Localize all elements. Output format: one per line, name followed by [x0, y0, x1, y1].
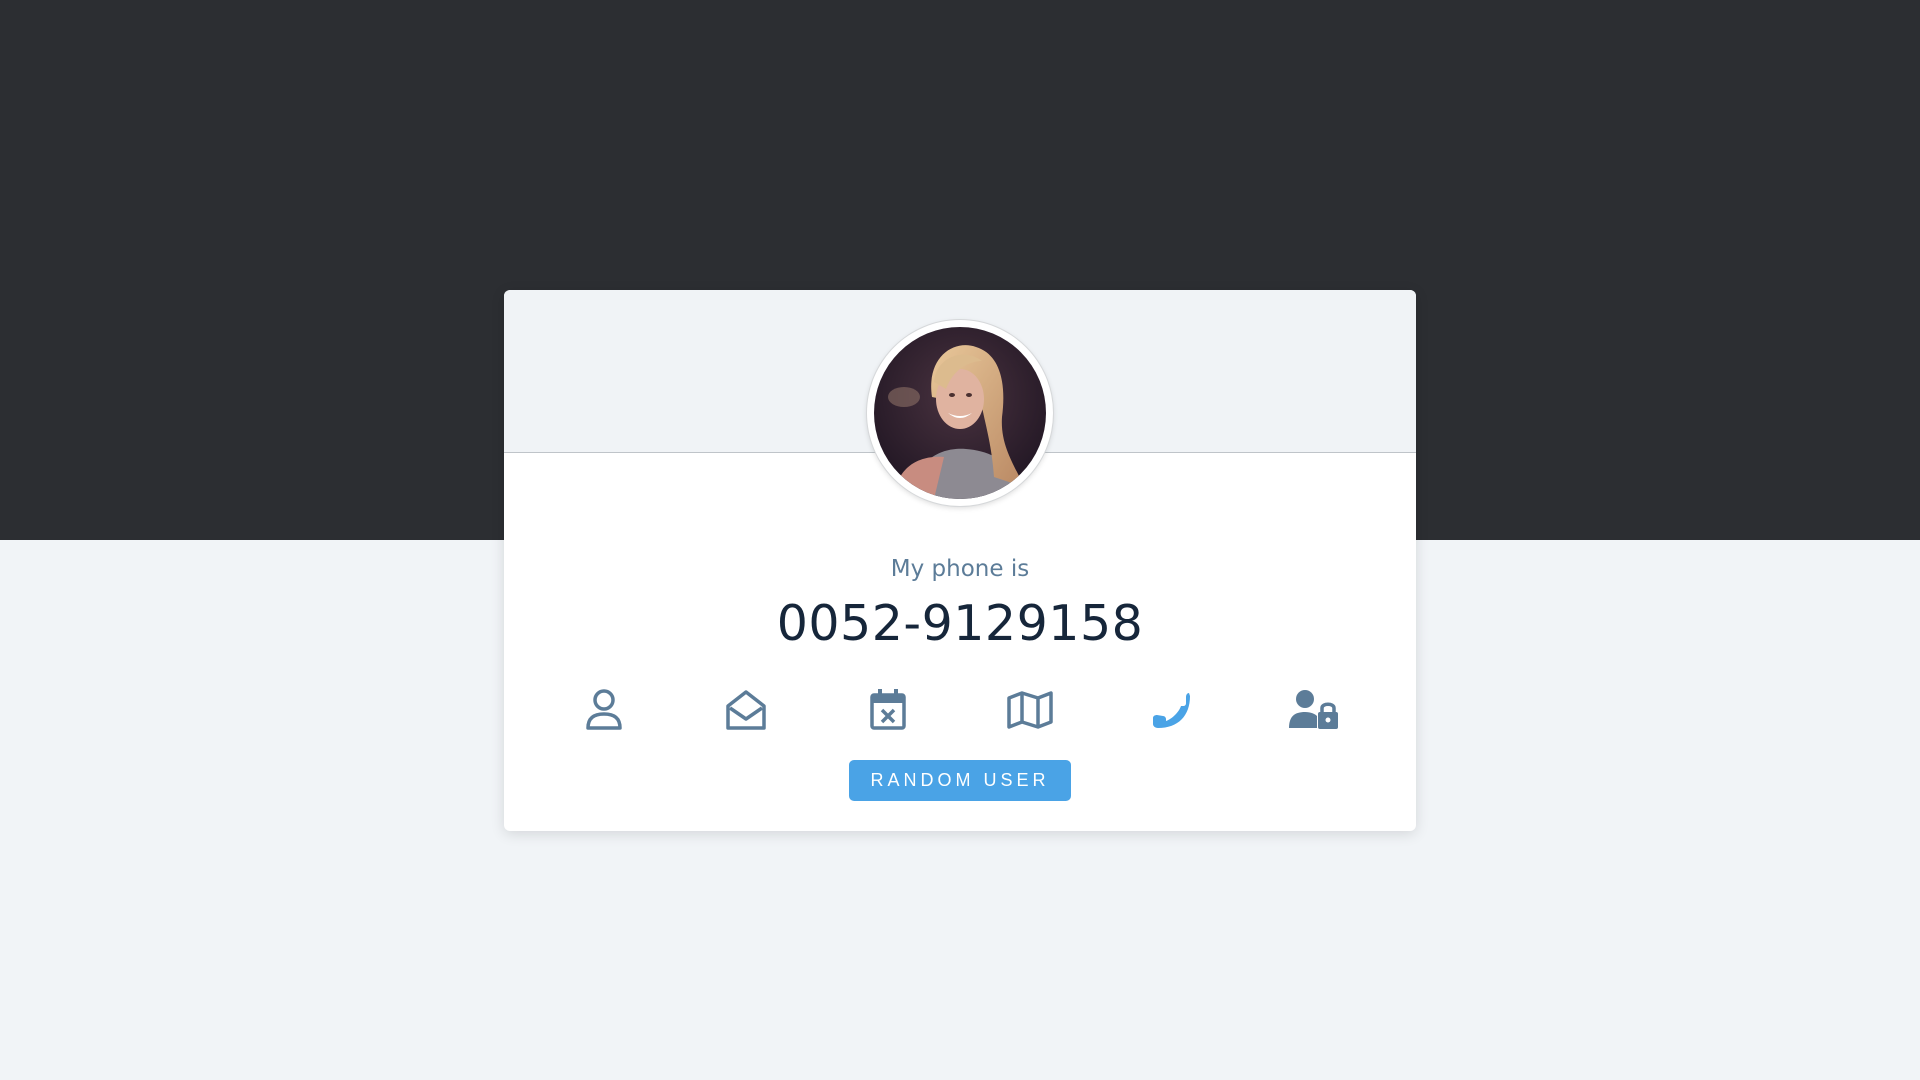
map-icon[interactable] [1000, 680, 1060, 740]
envelope-open-icon[interactable] [716, 680, 776, 740]
phone-icon[interactable] [1142, 680, 1202, 740]
user-lock-icon[interactable] [1284, 680, 1344, 740]
avatar-photo [874, 327, 1046, 499]
info-label: My phone is [890, 556, 1030, 582]
calendar-x-icon[interactable] [858, 680, 918, 740]
info-tabs [504, 680, 1416, 740]
avatar [867, 320, 1053, 506]
random-user-button[interactable]: RANDOM USER [849, 760, 1071, 801]
user-card: My phone is 0052-9129158 RANDOM USER [504, 290, 1416, 831]
info-value: 0052-9129158 [776, 595, 1144, 652]
user-icon[interactable] [574, 680, 634, 740]
